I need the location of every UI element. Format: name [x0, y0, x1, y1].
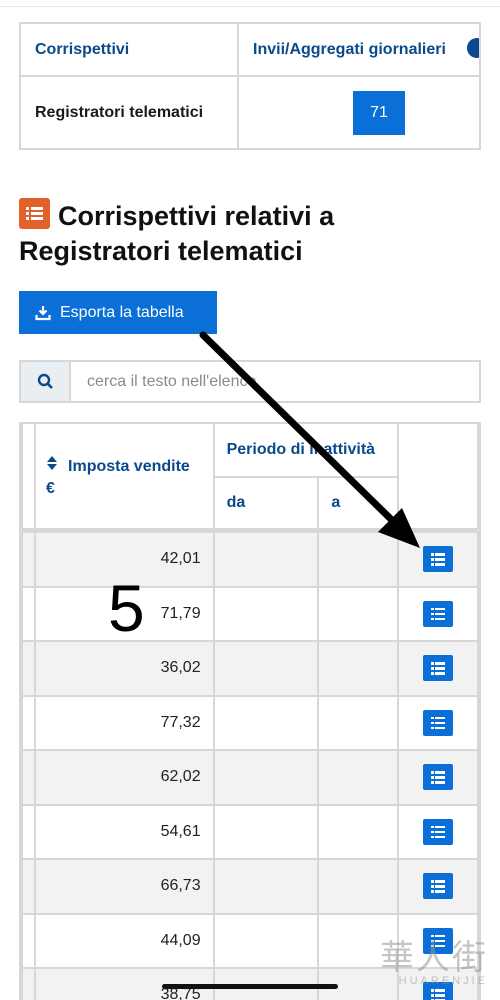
- annotation-arrow: [199, 331, 420, 548]
- home-indicator[interactable]: [162, 984, 338, 989]
- watermark-chinese: 華人街: [380, 938, 488, 978]
- watermark: 華人街 HUARENJIE: [380, 930, 488, 987]
